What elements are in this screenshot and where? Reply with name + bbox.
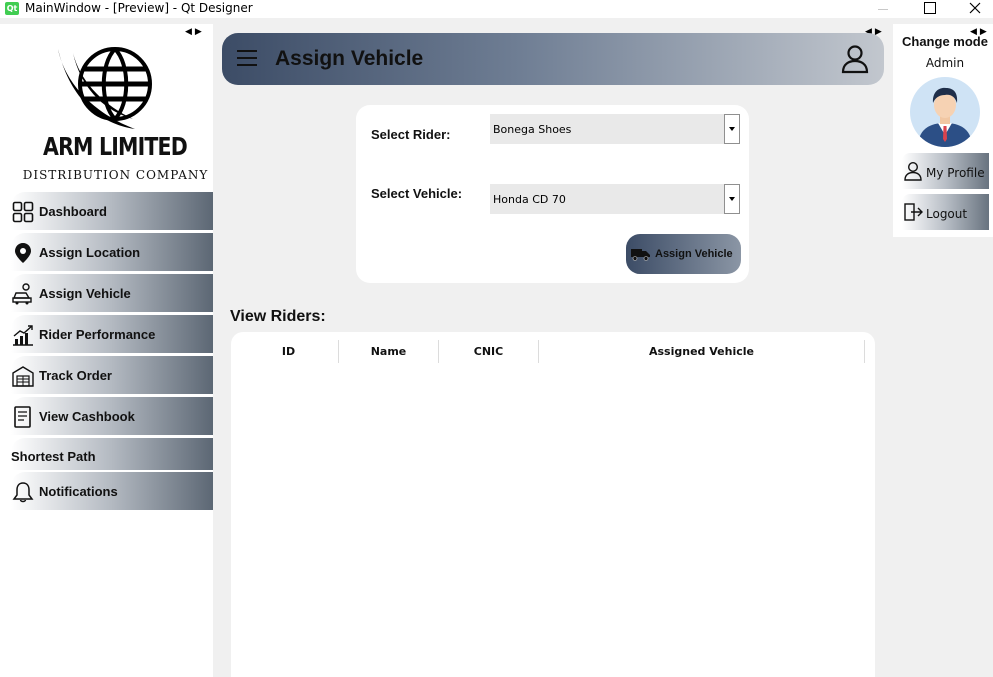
maximize-button[interactable] (909, 0, 949, 18)
my-profile-label: My Profile (926, 166, 985, 180)
rider-select-value: Bonega Shoes (493, 123, 572, 136)
title-bar: Qt MainWindow - [Preview] - Qt Designer (0, 0, 993, 18)
qt-app-icon: Qt (5, 2, 19, 15)
book-icon (14, 406, 31, 428)
hamburger-menu-icon[interactable] (237, 50, 259, 68)
nav-item-assign-location[interactable]: Assign Location (11, 233, 213, 271)
column-header-name[interactable]: Name (339, 340, 439, 363)
my-profile-button[interactable]: My Profile (902, 153, 989, 189)
dashboard-grid-icon (12, 201, 34, 223)
riders-table: ID Name CNIC Assigned Vehicle (231, 332, 875, 677)
close-icon (969, 2, 981, 14)
company-logo (58, 47, 152, 129)
assign-vehicle-form: Select Rider: Bonega Shoes Select Vehicl… (356, 105, 749, 283)
page-header: Assign Vehicle (222, 33, 884, 85)
main-content: ◀▶ Assign Vehicle Select Rider: Bonega S… (213, 24, 893, 677)
role-label: Admin (925, 56, 965, 70)
riders-section-title: View Riders: (230, 308, 326, 325)
nav-label-assign-vehicle: Assign Vehicle (39, 286, 131, 301)
nav-label-track-order: Track Order (39, 368, 112, 383)
assign-vehicle-button[interactable]: Assign Vehicle (626, 234, 741, 274)
nav-item-rider-performance[interactable]: Rider Performance (11, 315, 213, 353)
chevron-down-icon[interactable] (724, 184, 740, 214)
app-window: Qt MainWindow - [Preview] - Qt Designer … (0, 0, 993, 677)
column-header-assigned-vehicle[interactable]: Assigned Vehicle (539, 340, 865, 363)
nav-label-view-cashbook: View Cashbook (39, 409, 135, 424)
company-subtitle: DISTRIBUTION COMPANY (22, 168, 209, 182)
sidebar: ◀▶ ARM LIMITED DISTRIBUTION COMPANY Dash… (0, 24, 213, 677)
truck-icon (631, 249, 650, 261)
nav-label-rider-performance: Rider Performance (39, 327, 156, 342)
splitter-arrows-icon[interactable]: ◀▶ (185, 26, 205, 37)
profile-panel: ◀▶ Change mode Admin My Profile Logout (893, 24, 993, 237)
nav-label-notifications: Notifications (39, 484, 118, 499)
bell-icon (12, 482, 34, 503)
vehicle-label: Select Vehicle: (371, 186, 463, 201)
performance-chart-icon (13, 325, 33, 346)
change-mode-label[interactable]: Change mode (902, 34, 988, 49)
logout-icon (904, 203, 923, 221)
column-header-id[interactable]: ID (239, 340, 339, 363)
nav-item-dashboard[interactable]: Dashboard (11, 192, 213, 230)
nav-item-assign-vehicle[interactable]: Assign Vehicle (11, 274, 213, 312)
logout-button[interactable]: Logout (902, 194, 989, 230)
user-icon (904, 161, 922, 181)
user-icon[interactable] (841, 44, 869, 74)
nav-item-track-order[interactable]: Track Order (11, 356, 213, 394)
car-person-icon (12, 283, 32, 305)
minimize-button[interactable] (862, 0, 902, 18)
vehicle-select[interactable]: Honda CD 70 (490, 184, 740, 214)
nav-label-shortest-path: Shortest Path (11, 449, 96, 464)
company-name: ARM LIMITED (43, 132, 188, 161)
nav-label-dashboard: Dashboard (39, 204, 107, 219)
rider-select[interactable]: Bonega Shoes (490, 114, 740, 144)
assign-vehicle-button-label: Assign Vehicle (655, 248, 733, 260)
window-title: MainWindow - [Preview] - Qt Designer (25, 1, 253, 15)
nav-item-shortest-path[interactable]: Shortest Path (11, 438, 213, 470)
chevron-down-icon[interactable] (724, 114, 740, 144)
nav-label-assign-location: Assign Location (39, 245, 141, 260)
nav-item-view-cashbook[interactable]: View Cashbook (11, 397, 213, 435)
warehouse-icon (12, 366, 34, 387)
nav-item-notifications[interactable]: Notifications (11, 472, 213, 510)
close-window-button[interactable] (955, 0, 993, 18)
avatar (910, 77, 980, 147)
map-pin-icon (15, 243, 31, 263)
vehicle-select-value: Honda CD 70 (493, 193, 566, 206)
rider-label: Select Rider: (371, 127, 451, 142)
logout-label: Logout (926, 207, 968, 221)
column-header-cnic[interactable]: CNIC (439, 340, 539, 363)
page-title: Assign Vehicle (275, 47, 424, 70)
